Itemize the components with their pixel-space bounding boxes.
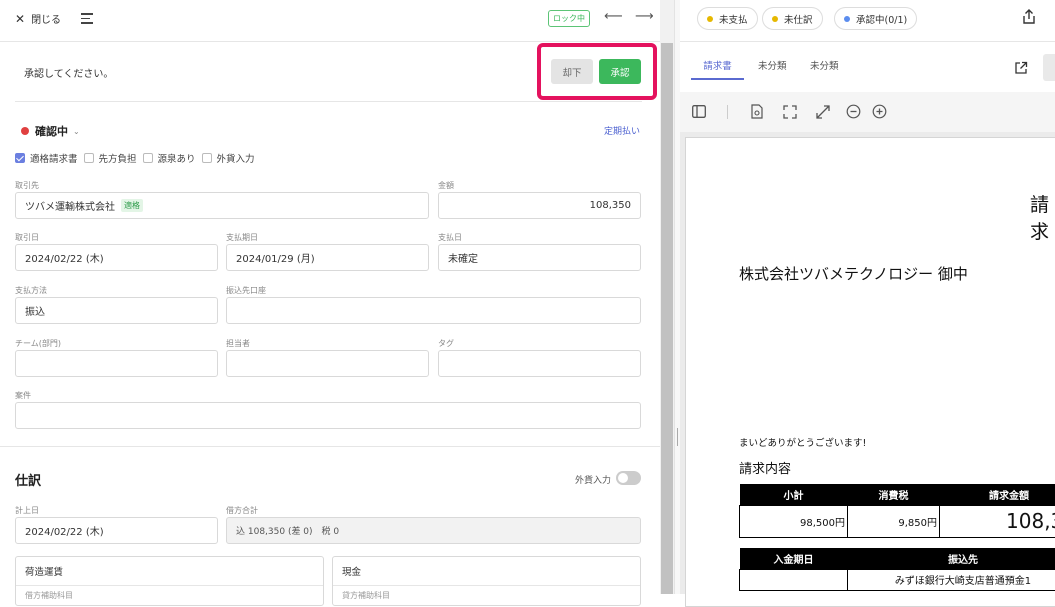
transaction-date-field[interactable]: 2024/02/22 (木) xyxy=(15,244,218,271)
post-date-field[interactable]: 2024/02/22 (木) xyxy=(15,517,218,544)
person-field[interactable] xyxy=(226,350,429,377)
options-row: 適格請求書 先方負担 源泉あり 外貨入力 xyxy=(15,151,255,165)
scrollbar-track[interactable] xyxy=(660,0,674,594)
table-header: 請求金額 xyxy=(940,484,1055,505)
due-date-field[interactable]: 2024/01/29 (月) xyxy=(226,244,429,271)
partner-field[interactable]: ツバメ運輸株式会社 適格 xyxy=(15,192,429,219)
status-pill-unpaid[interactable]: 未支払 xyxy=(697,7,758,30)
section-divider xyxy=(0,446,660,447)
invoice-summary-table: 小計 消費税 請求金額 98,500円 9,850円 108,35 xyxy=(739,484,1055,538)
tab-invoice[interactable]: 請求書 xyxy=(691,50,744,80)
close-icon: ✕ xyxy=(15,12,25,26)
expand-icon[interactable] xyxy=(816,105,830,122)
lock-badge[interactable]: ロック中 xyxy=(548,10,590,27)
page-fit-icon[interactable] xyxy=(751,104,763,122)
pay-method-field[interactable]: 振込 xyxy=(15,297,218,324)
prev-arrow[interactable]: ⟵ xyxy=(604,9,623,24)
menu-icon[interactable] xyxy=(81,13,93,24)
bank-label: 振込先口座 xyxy=(226,285,266,296)
tab-action-button[interactable] xyxy=(1043,54,1055,81)
debit-total-field: 込 108,350 (差 0) 税 0 xyxy=(226,517,641,544)
debit-account: 荷造運賃 xyxy=(16,557,323,586)
team-field[interactable] xyxy=(15,350,218,377)
document-recipient: 株式会社ツバメテクノロジー 御中 xyxy=(739,263,968,284)
debit-entry[interactable]: 荷造運賃 借方補助科目 xyxy=(15,556,324,606)
fullscreen-icon[interactable] xyxy=(783,105,797,122)
foreign-toggle[interactable] xyxy=(616,471,641,485)
divider xyxy=(680,41,1055,42)
tab-unclassified-1[interactable]: 未分類 xyxy=(758,58,787,72)
approval-message: 承認してください。 xyxy=(24,65,113,80)
post-date-label: 計上日 xyxy=(15,505,39,516)
close-button[interactable]: ✕ 閉じる xyxy=(15,11,61,26)
debit-total-label: 借方合計 xyxy=(226,505,258,516)
close-label: 閉じる xyxy=(31,11,61,26)
open-external-icon[interactable] xyxy=(1014,61,1028,75)
document-section-title: 請求内容 xyxy=(739,458,791,477)
table-cell: みずほ銀行大崎支店普通預金1 xyxy=(848,569,1055,590)
table-header: 小計 xyxy=(740,484,848,505)
next-arrow[interactable]: ⟶ xyxy=(635,9,654,24)
approve-button[interactable]: 承認 xyxy=(599,59,641,84)
status-pill-unjournaled[interactable]: 未仕訳 xyxy=(762,7,823,30)
share-icon[interactable] xyxy=(1022,9,1036,25)
document-title: 請求 xyxy=(1030,190,1055,244)
bank-field[interactable] xyxy=(226,297,641,324)
document-page: 請求 株式会社ツバメテクノロジー 御中 まいどありがとうございます! 請求内容 … xyxy=(685,137,1055,607)
zoom-in-icon[interactable] xyxy=(872,104,887,122)
pay-date-label: 支払日 xyxy=(438,232,462,243)
document-viewer: 請求 株式会社ツバメテクノロジー 御中 まいどありがとうございます! 請求内容 … xyxy=(680,132,1055,594)
status-label: 確認中 xyxy=(35,123,68,139)
table-cell: 108,35 xyxy=(940,505,1055,537)
divider xyxy=(15,101,642,102)
project-label: 案件 xyxy=(15,390,31,401)
status-dot xyxy=(21,127,29,135)
amount-field[interactable]: 108,350 xyxy=(438,192,641,219)
debit-sub-label: 借方補助科目 xyxy=(16,586,323,605)
pay-date-field[interactable]: 未確定 xyxy=(438,244,641,271)
journal-title: 仕訳 xyxy=(15,470,41,489)
right-panel: 未支払 未仕訳 承認中(0/1) 請求書 未分類 未分類 xyxy=(680,0,1055,594)
checkbox-foreign-currency[interactable]: 外貨入力 xyxy=(202,151,255,165)
pay-method-label: 支払方法 xyxy=(15,285,47,296)
amount-label: 金額 xyxy=(438,180,454,191)
table-cell: 9,850円 xyxy=(848,505,940,537)
checkbox-withholding[interactable]: 源泉あり xyxy=(143,151,196,165)
checkbox-payer-burden[interactable]: 先方負担 xyxy=(84,151,137,165)
chevron-down-icon: ⌄ xyxy=(73,127,80,136)
table-header: 消費税 xyxy=(848,484,940,505)
table-header: 振込先 xyxy=(848,548,1055,569)
credit-sub-label: 貸方補助科目 xyxy=(333,586,640,605)
viewer-toolbar xyxy=(680,92,1055,132)
person-label: 担当者 xyxy=(226,338,250,349)
table-cell: 98,500円 xyxy=(740,505,848,537)
tag-label: タグ xyxy=(438,338,454,349)
checkbox-qualified-invoice[interactable]: 適格請求書 xyxy=(15,151,78,165)
left-panel: ✕ 閉じる ロック中 ⟵ ⟶ 承認してください。 却下 承認 確認中 ⌄ 定期払… xyxy=(0,0,660,594)
tag-field[interactable] xyxy=(438,350,641,377)
reject-button[interactable]: 却下 xyxy=(551,59,593,84)
recurring-link[interactable]: 定期払い xyxy=(604,124,640,137)
status-dropdown[interactable]: 確認中 ⌄ xyxy=(21,123,80,139)
table-header: 入金期日 xyxy=(740,548,848,569)
partner-label: 取引先 xyxy=(15,180,39,191)
sidebar-toggle-icon[interactable] xyxy=(692,105,706,121)
credit-account: 現金 xyxy=(333,557,640,586)
qualified-badge: 適格 xyxy=(121,199,143,212)
foreign-toggle-label: 外貨入力 xyxy=(575,473,611,486)
tab-unclassified-2[interactable]: 未分類 xyxy=(810,58,839,72)
team-label: チーム(部門) xyxy=(15,338,61,349)
credit-entry[interactable]: 現金 貸方補助科目 xyxy=(332,556,641,606)
scrollbar-thumb[interactable] xyxy=(661,43,673,594)
document-thanks: まいどありがとうございます! xyxy=(739,435,866,449)
table-cell xyxy=(740,569,848,590)
transaction-date-label: 取引日 xyxy=(15,232,39,243)
status-pill-approval[interactable]: 承認中(0/1) xyxy=(834,7,917,30)
zoom-out-icon[interactable] xyxy=(846,104,861,122)
project-field[interactable] xyxy=(15,402,641,429)
due-date-label: 支払期日 xyxy=(226,232,258,243)
divider xyxy=(0,41,660,42)
payment-info-table: 入金期日 振込先 みずほ銀行大崎支店普通預金1 xyxy=(739,548,1055,591)
